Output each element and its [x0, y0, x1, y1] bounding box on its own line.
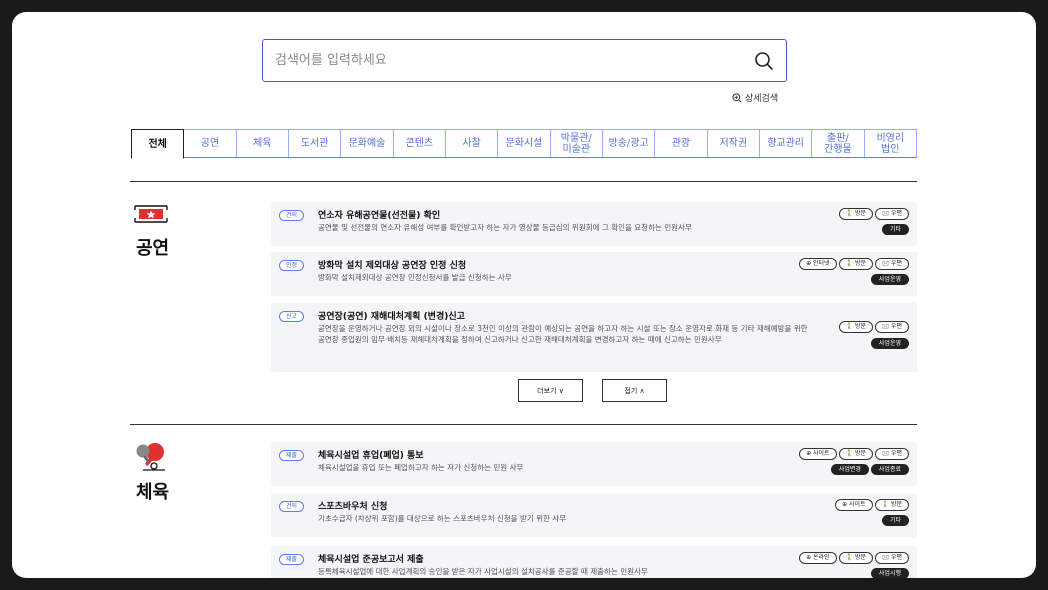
method-list: ⊕ 사이트 🚶 방문 [835, 499, 909, 511]
card-description: 기초수급자 (차상위 포함)를 대상으로 하는 스포츠바우처 신청을 받기 위한… [318, 514, 567, 523]
search-input[interactable] [275, 53, 754, 68]
method-list: 🚶 방문 🖂 우편 [838, 321, 909, 333]
ticket-icon [134, 205, 168, 223]
card-description: 등록체육시설업에 대한 사업계획의 승인을 받은 자가 사업시설의 설치공사를 … [318, 567, 648, 576]
category-tag: 사업운영 [870, 338, 909, 349]
card-description: 공연장을 운영하거나 공연장 외의 시설이나 장소로 3천인 이상의 관람이 예… [318, 324, 808, 344]
tab-11[interactable]: 저작권 [706, 129, 760, 157]
service-card[interactable]: 인정 방화막 설치 제외대상 공연장 인정 신청 방화막 설치제외대상 공연장 … [271, 252, 917, 296]
method-list: ⊕ 온라인 🚶 방문 🖂 우편 [799, 552, 909, 564]
pagination-controls: 더보기 ∨ 접기 ∧ [518, 379, 667, 402]
tab-14[interactable]: 비영리 법인 [863, 129, 917, 157]
category-tabs: 전체 공연 체육 도서관 문화예술 콘텐츠 사찰 문화시설 박물관/ 미술관 방송/광고 관광 저작권… [131, 129, 917, 159]
method-list: ⊕ 인터넷 🚶 방문 🖂 우편 [799, 258, 909, 270]
method-mail: 🖂 우편 [875, 448, 909, 460]
service-card[interactable]: 건의 연소자 유해공연물(선전물) 확인 공연물 및 선전물의 연소자 유해성 … [271, 202, 917, 246]
section-divider [130, 424, 917, 425]
ping-pong-icon [136, 443, 165, 471]
tag-list: 사업변경 사업종료 [830, 464, 909, 475]
tab-7[interactable]: 문화시설 [497, 129, 551, 157]
tab-12[interactable]: 향교관리 [758, 129, 813, 157]
method-visit: 🚶 방문 [838, 321, 874, 333]
method-site: ⊕ 사이트 [799, 448, 837, 460]
app-window: 상세검색 전체공연체육도서관문화예술콘텐츠사찰문화시설박물관/ 미술관방송/광고… [12, 12, 1036, 578]
type-badge: 제출 [279, 450, 305, 461]
method-mail: 🖂 우편 [875, 258, 909, 270]
category-tag: 기타 [881, 515, 909, 526]
method-mail: 🖂 우편 [875, 552, 909, 564]
type-badge: 건의 [279, 210, 305, 221]
section-title: 공연 [136, 238, 170, 259]
card-title[interactable]: 체육시설업 준공보고서 제출 [318, 552, 424, 565]
type-badge: 제출 [279, 554, 305, 565]
category-tag: 사업변경 [830, 464, 869, 475]
tab-9[interactable]: 방송/광고 [601, 129, 656, 157]
card-description: 공연물 및 선전물의 연소자 유해성 여부를 확인받고자 하는 자가 영상물 등… [318, 223, 692, 232]
advanced-search-link[interactable]: 상세검색 [732, 91, 778, 104]
method-mail: 🖂 우편 [875, 321, 909, 333]
method-site: ⊕ 사이트 [835, 499, 873, 511]
service-card[interactable]: 제출 체육시설업 준공보고서 제출 등록체육시설업에 대한 사업계획의 승인을 … [271, 546, 917, 578]
card-title[interactable]: 체육시설업 휴업(폐업) 통보 [318, 448, 424, 461]
tab-3[interactable]: 도서관 [287, 129, 342, 157]
method-visit: 🚶 방문 [838, 552, 874, 564]
tab-1[interactable]: 공연 [183, 129, 237, 157]
method-visit: 🚶 방문 [838, 448, 874, 460]
tag-list: 사업운영 [870, 338, 909, 349]
tab-0[interactable]: 전체 [131, 129, 185, 159]
tab-4[interactable]: 문화예술 [340, 129, 394, 157]
card-description: 체육시설업을 휴업 또는 폐업하고자 하는 자가 신청하는 민원 사무 [318, 463, 524, 472]
advanced-search-label: 상세검색 [745, 94, 779, 104]
fold-button[interactable]: 접기 ∧ [602, 379, 667, 402]
card-title[interactable]: 공연장(공연) 재해대처계획 (변경)신고 [318, 309, 465, 322]
tag-list: 기타 [881, 515, 909, 526]
method-mail: 🖂 우편 [875, 208, 909, 220]
tab-8[interactable]: 박물관/ 미술관 [549, 129, 603, 157]
type-badge: 건의 [279, 501, 305, 512]
card-title[interactable]: 방화막 설치 제외대상 공연장 인정 신청 [318, 258, 466, 271]
tab-6[interactable]: 사찰 [444, 129, 499, 157]
search-icon[interactable] [754, 51, 774, 71]
tab-13[interactable]: 출판/ 간행물 [811, 129, 865, 157]
category-tag: 사업운영 [870, 274, 909, 285]
tag-list: 사업시행 [870, 568, 909, 578]
category-tag: 사업종료 [870, 464, 909, 475]
card-description: 방화막 설치제외대상 공연장 인정신청서를 발급 신청하는 사무 [318, 273, 512, 282]
category-tag: 사업시행 [870, 568, 909, 578]
category-tag: 기타 [881, 224, 909, 235]
tab-5[interactable]: 콘텐츠 [392, 129, 446, 157]
search-bar [262, 39, 787, 82]
type-badge: 신고 [279, 311, 305, 322]
method-internet: ⊕ 인터넷 [799, 258, 837, 270]
method-visit: 🚶 방문 [838, 258, 874, 270]
service-card[interactable]: 제출 체육시설업 휴업(폐업) 통보 체육시설업을 휴업 또는 폐업하고자 하는… [271, 442, 917, 486]
method-list: 🚶 방문 🖂 우편 [838, 208, 909, 220]
show-more-button[interactable]: 더보기 ∨ [518, 379, 583, 402]
tag-list: 기타 [881, 224, 909, 235]
tab-10[interactable]: 관광 [654, 129, 708, 157]
card-title[interactable]: 스포츠바우처 신청 [318, 499, 387, 512]
method-visit: 🚶 방문 [838, 208, 874, 220]
zoom-in-icon [732, 92, 742, 103]
service-card[interactable]: 신고 공연장(공연) 재해대처계획 (변경)신고 공연장을 운영하거나 공연장 … [271, 303, 917, 372]
tag-list: 사업운영 [870, 274, 909, 285]
service-card[interactable]: 건의 스포츠바우처 신청 기초수급자 (차상위 포함)를 대상으로 하는 스포츠… [271, 493, 917, 537]
section-title: 체육 [136, 482, 170, 503]
section-divider [130, 181, 917, 182]
method-list: ⊕ 사이트 🚶 방문 🖂 우편 [799, 448, 909, 460]
method-online: ⊕ 온라인 [799, 552, 837, 564]
method-visit: 🚶 방문 [874, 499, 909, 511]
card-title[interactable]: 연소자 유해공연물(선전물) 확인 [318, 208, 440, 221]
type-badge: 인정 [279, 260, 305, 271]
tab-2[interactable]: 체육 [235, 129, 289, 157]
